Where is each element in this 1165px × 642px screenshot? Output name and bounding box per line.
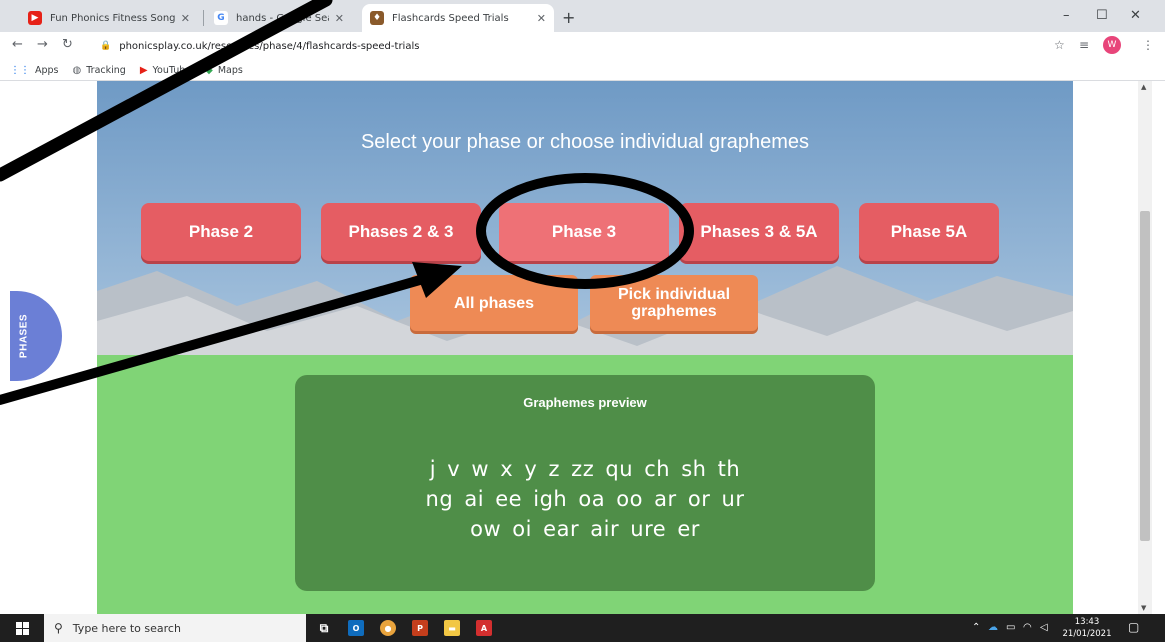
search-icon: ⚲ [54, 621, 63, 635]
onedrive-icon[interactable]: ☁ [988, 622, 998, 633]
phases-3-and-5a-button[interactable]: Phases 3 & 5A [679, 203, 839, 261]
profile-avatar[interactable]: W [1103, 36, 1121, 54]
tab-title: Flashcards Speed Trials [392, 12, 509, 24]
bookmark-label: YouTube [152, 64, 192, 76]
tab-close-icon[interactable]: ✕ [537, 12, 546, 25]
grapheme-line: j v w x y z zz qu ch sh th [429, 457, 741, 481]
page-heading: Select your phase or choose individual g… [360, 131, 810, 153]
acrobat-icon[interactable]: A [476, 620, 492, 636]
phases-2-and-3-button[interactable]: Phases 2 & 3 [321, 203, 481, 261]
clock-date: 21/01/2021 [1062, 629, 1112, 639]
taskbar-search[interactable]: ⚲ Type here to search [44, 614, 306, 642]
clock-time: 13:43 [1074, 617, 1100, 627]
tab-flashcards[interactable]: ♦ Flashcards Speed Trials ✕ [362, 4, 554, 32]
tab-close-icon[interactable]: ✕ [181, 12, 190, 25]
apps-grid-icon: ⋮⋮ [10, 64, 30, 76]
mountains-background [97, 266, 1073, 361]
bookmark-label: Tracking [86, 64, 126, 76]
tab-title: hands - Google Search [236, 12, 329, 24]
bookmark-youtube[interactable]: ▶ YouTube [140, 65, 191, 76]
tab-google-search[interactable]: G hands - Google Search ✕ [206, 4, 352, 32]
windows-taskbar: ⚲ Type here to search ⧉ O ● P ▬ A ⌃ ☁ ▭ … [0, 614, 1165, 642]
phases-side-tab[interactable]: PHASES [10, 291, 62, 381]
page-viewport: Select your phase or choose individual g… [0, 81, 1165, 614]
task-view-icon[interactable]: ⧉ [316, 620, 332, 636]
new-tab-button[interactable]: + [562, 8, 575, 27]
bookmark-star-icon[interactable]: ☆ [1054, 38, 1065, 52]
scrollbar-thumb[interactable] [1140, 211, 1150, 541]
youtube-favicon-icon: ▶ [28, 11, 42, 25]
bookmark-maps[interactable]: ◆ Maps [205, 65, 243, 76]
reload-icon[interactable]: ↻ [62, 37, 73, 52]
wifi-icon[interactable]: ◠ [1023, 622, 1032, 633]
grapheme-line: ow oi ear air ure er [470, 517, 700, 541]
game-scene: Select your phase or choose individual g… [97, 81, 1073, 614]
browser-tab-strip: ▶ Fun Phonics Fitness Song | Letter ✕ G … [0, 0, 1165, 32]
tab-divider [203, 10, 204, 26]
notification-icon[interactable]: ▢ [1128, 620, 1139, 634]
tab-close-icon[interactable]: ✕ [335, 12, 344, 25]
youtube-icon: ▶ [139, 64, 148, 76]
back-arrow-icon[interactable]: ← [12, 37, 23, 52]
preview-title: Graphemes preview [523, 395, 647, 410]
all-phases-button[interactable]: All phases [410, 275, 578, 331]
windows-logo-icon [15, 621, 29, 635]
maps-icon: ◆ [205, 64, 213, 76]
grapheme-line: ng ai ee igh oa oo ar or ur [425, 487, 745, 511]
phase-3-button[interactable]: Phase 3 [499, 203, 669, 261]
google-favicon-icon: G [214, 11, 228, 25]
forward-arrow-icon[interactable]: → [37, 37, 48, 52]
minimize-button[interactable]: – [1063, 8, 1070, 23]
volume-icon[interactable]: ◁ [1040, 622, 1048, 633]
page-scrollbar[interactable]: ▲ ▼ [1138, 81, 1152, 614]
scroll-down-icon[interactable]: ▼ [1141, 604, 1146, 612]
address-url: phonicsplay.co.uk/resources/phase/4/flas… [119, 40, 420, 52]
tray-chevron-icon[interactable]: ⌃ [972, 622, 980, 633]
bookmark-label: Maps [217, 64, 243, 76]
battery-icon[interactable]: ▭ [1006, 622, 1015, 633]
reading-list-icon[interactable]: ≡ [1079, 38, 1089, 52]
taskbar-search-placeholder: Type here to search [72, 621, 181, 635]
phase-2-button[interactable]: Phase 2 [141, 203, 301, 261]
browser-toolbar: ← → ↻ 🔒 phonicsplay.co.uk/resources/phas… [0, 32, 1165, 60]
tab-title: Fun Phonics Fitness Song | Letter [50, 12, 175, 24]
start-button[interactable] [0, 614, 44, 642]
bookmark-apps[interactable]: ⋮⋮ Apps [10, 65, 59, 76]
address-bar[interactable]: 🔒 phonicsplay.co.uk/resources/phase/4/fl… [100, 35, 1040, 57]
graphemes-preview-panel: Graphemes preview j v w x y z zz qu ch s… [295, 375, 875, 591]
file-explorer-icon[interactable]: ▬ [444, 620, 460, 636]
maximize-button[interactable]: ☐ [1096, 8, 1108, 23]
taskbar-clock[interactable]: 13:43 21/01/2021 [1060, 616, 1114, 640]
bookmark-label: Apps [35, 64, 59, 76]
outlook-icon[interactable]: O [348, 620, 364, 636]
powerpoint-icon[interactable]: P [412, 620, 428, 636]
screen: ▶ Fun Phonics Fitness Song | Letter ✕ G … [0, 0, 1165, 642]
browser-menu-icon[interactable]: ⋮ [1142, 38, 1154, 52]
window-close-button[interactable]: ✕ [1130, 8, 1141, 23]
bookmark-tracking[interactable]: ◍ Tracking [73, 65, 126, 76]
owl-favicon-icon: ♦ [370, 11, 384, 25]
globe-icon: ◍ [72, 64, 82, 76]
phase-5a-button[interactable]: Phase 5A [859, 203, 999, 261]
chrome-icon[interactable]: ● [380, 620, 396, 636]
phases-side-tab-label: PHASES [18, 313, 30, 359]
scroll-up-icon[interactable]: ▲ [1141, 83, 1146, 91]
pick-individual-graphemes-button[interactable]: Pick individual graphemes [590, 275, 758, 331]
lock-icon: 🔒 [100, 41, 112, 51]
bookmarks-bar: ⋮⋮ Apps ◍ Tracking ▶ YouTube ◆ Maps [0, 60, 1165, 81]
tab-youtube[interactable]: ▶ Fun Phonics Fitness Song | Letter ✕ [20, 4, 198, 32]
